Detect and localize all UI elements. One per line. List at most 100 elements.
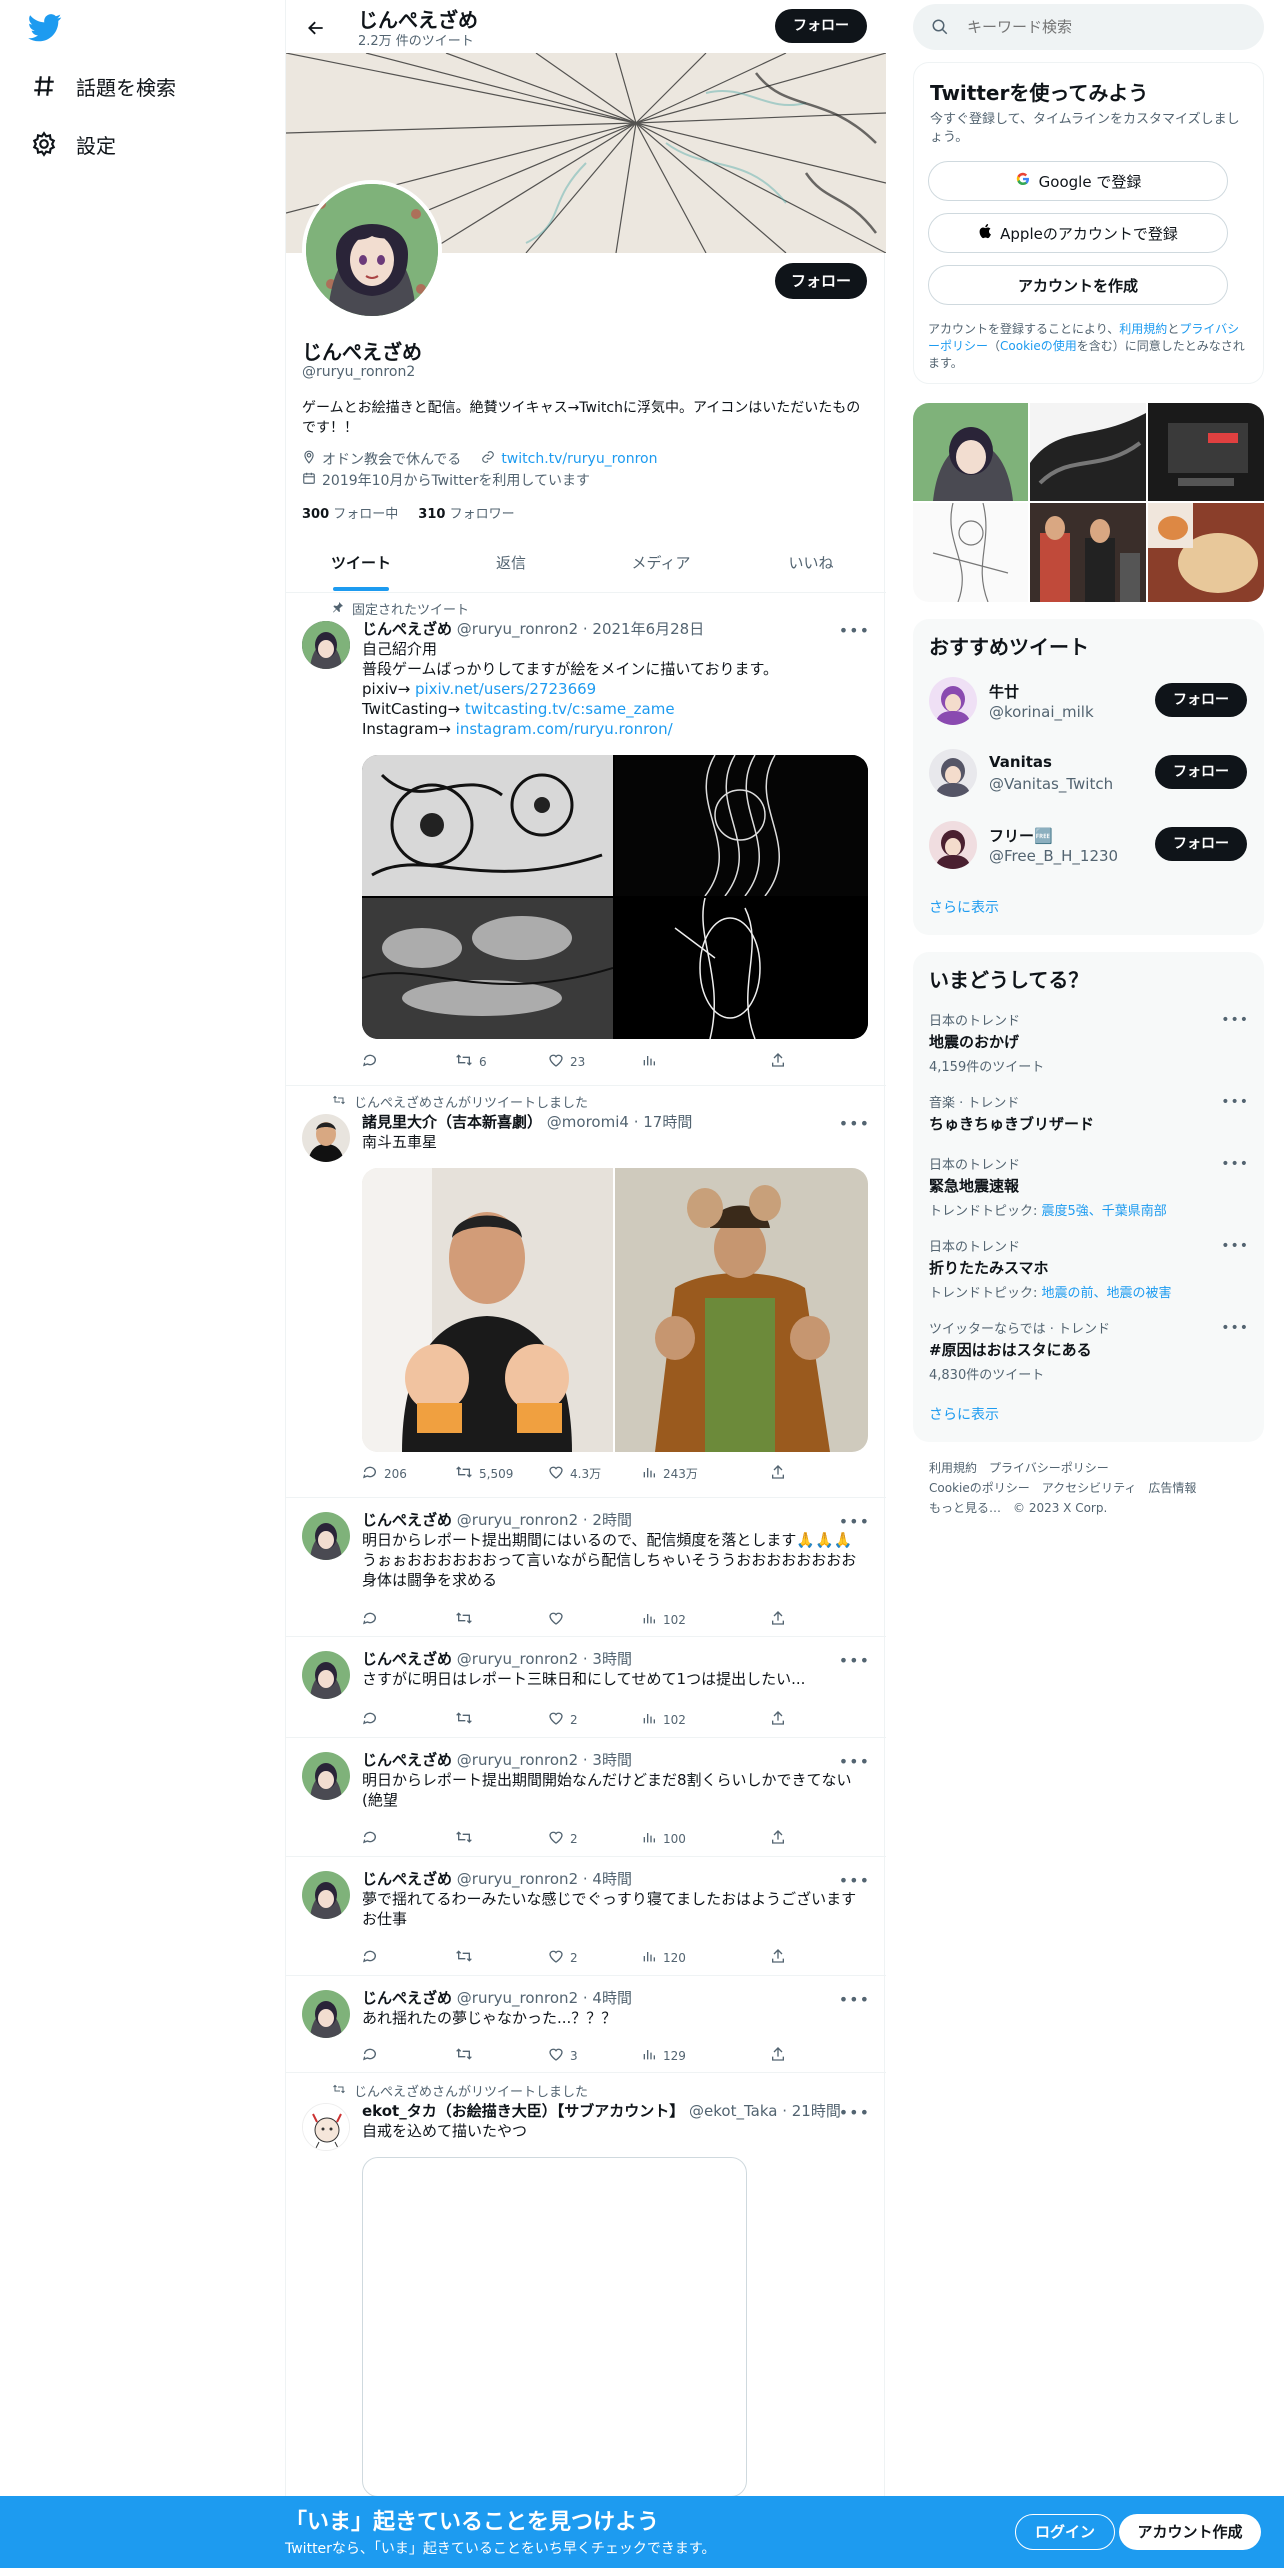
tab-replies[interactable]: 返信 [436, 552, 586, 588]
avatar[interactable] [302, 1114, 350, 1162]
create-account-button[interactable]: アカウントを作成 [928, 265, 1228, 305]
tweet[interactable]: じんぺえざめ @ruryu_ronron2 · 2時間 明日からレポート提出期間… [286, 1498, 886, 1637]
more-icon[interactable]: ••• [839, 1114, 870, 1133]
share-button[interactable] [770, 2046, 786, 2065]
gallery-image[interactable] [1030, 503, 1146, 602]
signup-button[interactable]: アカウント作成 [1119, 2514, 1261, 2550]
more-icon[interactable]: ••• [839, 1512, 870, 1531]
trend-item[interactable]: 音楽 · トレンド ちゅきちゅきブリザード ••• [929, 1092, 1249, 1134]
footer-line[interactable]: 利用規約 プライバシーポリシー [929, 1458, 1196, 1478]
twitter-logo-icon[interactable] [28, 14, 62, 42]
tweet-author-name[interactable]: じんぺえざめ [362, 1870, 452, 1888]
trend-topic-links[interactable]: 震度5強、千葉県南部 [1042, 1204, 1167, 1219]
trend-item[interactable]: ツイッターならでは · トレンド #原因はおはスタにある 4,830件のツイート… [929, 1318, 1249, 1383]
recommended-user[interactable]: 牛廿 @korinai_milk フォロー [929, 675, 1249, 727]
reply-button[interactable] [362, 1829, 384, 1848]
profile-follow-button[interactable]: フォロー [775, 263, 867, 299]
avatar[interactable] [929, 677, 977, 725]
tweet-pinned[interactable]: 固定されたツイート じんぺえざめ @ruryu_ronron2 · 2021年6… [286, 593, 886, 1086]
more-icon[interactable]: ••• [839, 1990, 870, 2009]
recommended-follow-button[interactable]: フォロー [1155, 827, 1247, 861]
views-button[interactable]: 129 [641, 2046, 686, 2065]
tweet-image[interactable] [615, 755, 868, 897]
like-button[interactable]: 4.3万 [548, 1464, 601, 1483]
avatar[interactable] [302, 1512, 350, 1560]
more-icon[interactable]: ••• [1221, 1094, 1249, 1110]
like-button[interactable]: 2 [548, 1948, 578, 1967]
tweet-author-name[interactable]: じんぺえざめ [362, 1511, 452, 1529]
gallery-image[interactable] [1148, 503, 1264, 602]
tweet-link[interactable]: twitcasting.tv/c:same_zame [465, 700, 675, 718]
tweet[interactable]: じんぺえざめ @ruryu_ronron2 · 3時間 明日からレポート提出期間… [286, 1738, 886, 1857]
tab-media[interactable]: メディア [586, 552, 736, 588]
avatar[interactable] [302, 2103, 350, 2151]
cookie-link[interactable]: Cookieの使用 [1000, 339, 1077, 353]
tweet-link[interactable]: pixiv.net/users/2723669 [415, 680, 596, 698]
gallery-image[interactable] [1148, 403, 1264, 501]
reply-button[interactable] [362, 1710, 384, 1729]
avatar[interactable] [302, 1990, 350, 2038]
following-stat[interactable]: 300 フォロー中 [302, 503, 398, 522]
recommended-show-more[interactable]: さらに表示 [929, 897, 999, 917]
terms-link[interactable]: 利用規約 [1119, 322, 1167, 336]
avatar[interactable] [929, 749, 977, 797]
like-button[interactable]: 3 [548, 2046, 578, 2065]
profile-url-link[interactable]: twitch.tv/ruryu_ronron [501, 451, 657, 467]
back-arrow-icon[interactable] [300, 12, 332, 44]
views-button[interactable]: 102 [641, 1710, 686, 1729]
avatar[interactable] [302, 621, 350, 669]
more-icon[interactable]: ••• [839, 1651, 870, 1670]
search-input[interactable] [967, 18, 1227, 36]
tweet-author-name[interactable]: じんぺえざめ [362, 1751, 452, 1769]
share-button[interactable] [770, 1829, 786, 1848]
views-button[interactable]: 100 [641, 1829, 686, 1848]
recommended-user[interactable]: Vanitas @Vanitas_Twitch フォロー [929, 747, 1249, 799]
share-button[interactable] [770, 1948, 786, 1967]
more-icon[interactable]: ••• [839, 1752, 870, 1771]
views-button[interactable]: 120 [641, 1948, 686, 1967]
more-icon[interactable]: ••• [839, 621, 870, 640]
tab-tweets[interactable]: ツイート [286, 552, 436, 591]
followers-stat[interactable]: 310 フォロワー [418, 503, 514, 522]
more-icon[interactable]: ••• [1221, 1012, 1249, 1028]
tweet-image[interactable] [362, 898, 614, 1039]
more-icon[interactable]: ••• [1221, 1238, 1249, 1254]
tweet-link[interactable]: instagram.com/ruryu.ronron/ [456, 720, 673, 738]
views-button[interactable]: 243万 [641, 1464, 698, 1483]
gallery-image[interactable] [1030, 403, 1146, 501]
retweet-button[interactable] [455, 2046, 479, 2065]
like-button[interactable]: 2 [548, 1710, 578, 1729]
apple-signup-button[interactable]: Appleのアカウントで登録 [928, 213, 1228, 253]
more-icon[interactable]: ••• [1221, 1156, 1249, 1172]
share-button[interactable] [770, 1464, 786, 1483]
tab-likes[interactable]: いいね [736, 552, 886, 588]
trend-item[interactable]: 日本のトレンド 折りたたみスマホ トレンドトピック: 地震の前、地震の被害 ••… [929, 1236, 1249, 1301]
tweet[interactable]: じんぺえざめ @ruryu_ronron2 · 3時間 さすがに明日はレポート三… [286, 1637, 886, 1738]
trend-item[interactable]: 日本のトレンド 緊急地震速報 トレンドトピック: 震度5強、千葉県南部 ••• [929, 1154, 1249, 1219]
trend-topic-links[interactable]: 地震の前、地震の被害 [1042, 1286, 1172, 1301]
retweet-button[interactable] [455, 1829, 479, 1848]
retweet-button[interactable]: 5,509 [455, 1464, 513, 1483]
retweet-button[interactable] [455, 1948, 479, 1967]
tweet-image[interactable] [615, 897, 868, 1039]
more-icon[interactable]: ••• [1221, 1320, 1249, 1336]
tweet-author-name[interactable]: じんぺえざめ [362, 1650, 452, 1668]
avatar[interactable] [302, 1651, 350, 1699]
tweet-author-name[interactable]: 諸見里大介（吉本新喜劇） [362, 1113, 542, 1131]
tweet-author-name[interactable]: じんぺえざめ [362, 1989, 452, 2007]
avatar[interactable] [302, 1752, 350, 1800]
gallery-image[interactable] [913, 403, 1028, 501]
reply-button[interactable]: 206 [362, 1464, 407, 1483]
recommended-follow-button[interactable]: フォロー [1155, 683, 1247, 717]
share-button[interactable] [770, 1710, 786, 1729]
retweet-button[interactable] [455, 1710, 479, 1729]
google-signup-button[interactable]: Google で登録 [928, 161, 1228, 201]
profile-avatar[interactable] [302, 180, 442, 320]
tweet-media-placeholder[interactable] [362, 2157, 747, 2497]
tweet-author-name[interactable]: ekot_タカ（お絵描き大臣）【サブアカウント】 [362, 2102, 684, 2120]
trends-show-more[interactable]: さらに表示 [929, 1404, 999, 1424]
more-icon[interactable]: ••• [839, 2103, 870, 2122]
avatar[interactable] [302, 1871, 350, 1919]
header-follow-button[interactable]: フォロー [775, 9, 867, 43]
like-button[interactable]: 2 [548, 1829, 578, 1848]
